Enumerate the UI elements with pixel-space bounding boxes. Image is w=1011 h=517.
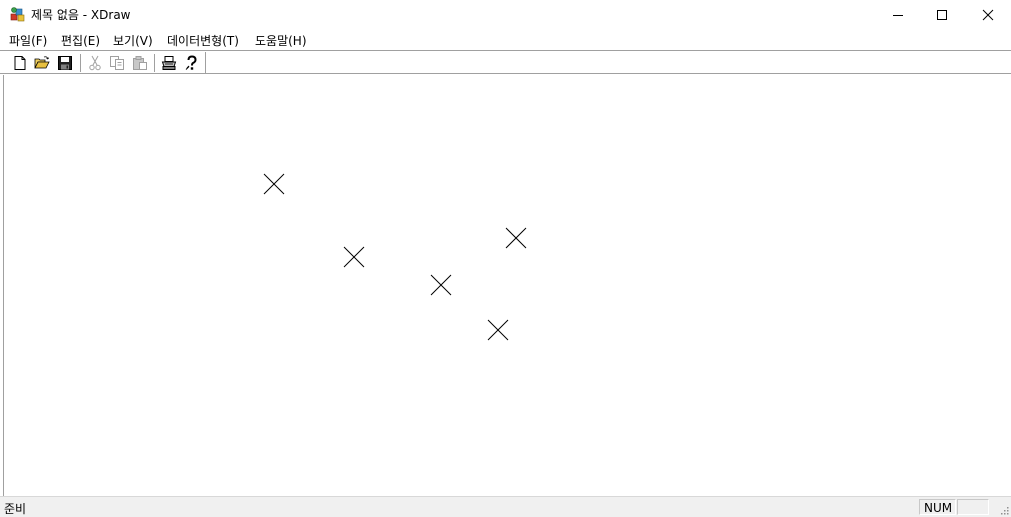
drawing-canvas[interactable] (3, 75, 1011, 496)
close-button[interactable] (965, 0, 1011, 29)
status-bar: 준비 NUM (0, 496, 1011, 517)
x-marker-icon (487, 319, 509, 341)
toolbar-group (4, 52, 206, 73)
new-document-icon[interactable] (12, 55, 28, 71)
maximize-icon (937, 9, 947, 20)
menu-view[interactable]: 보기(V) (113, 32, 153, 49)
resize-grip-icon[interactable] (999, 505, 1009, 515)
title-bar[interactable]: 제목 없음 - XDraw (0, 0, 1011, 29)
menu-data-transform[interactable]: 데이터변형(T) (167, 32, 239, 49)
toolbar-separator (154, 54, 155, 72)
save-disk-icon[interactable] (57, 55, 73, 71)
toolbar (0, 50, 1011, 74)
status-pane-empty (957, 499, 989, 515)
open-folder-icon[interactable] (34, 55, 50, 71)
paste-icon[interactable] (132, 55, 148, 71)
xdraw-window: 제목 없음 - XDraw 파일(F) 편집(E) 보기(V) 데이터변형(T)… (0, 0, 1011, 517)
toolbar-separator (80, 54, 81, 72)
x-marker-icon (263, 173, 285, 195)
cut-icon[interactable] (87, 55, 103, 71)
xdraw-app-icon (10, 7, 25, 22)
menu-bar: 파일(F) 편집(E) 보기(V) 데이터변형(T) 도움말(H) (0, 29, 1011, 49)
x-marker-icon (430, 274, 452, 296)
minimize-button[interactable] (875, 0, 921, 29)
minimize-icon (893, 14, 903, 16)
maximize-button[interactable] (919, 0, 965, 29)
status-message: 준비 (4, 502, 27, 516)
x-marker-icon (343, 246, 365, 268)
print-icon[interactable] (161, 55, 177, 71)
copy-icon[interactable] (109, 55, 125, 71)
help-icon[interactable] (184, 55, 200, 71)
menu-file[interactable]: 파일(F) (9, 32, 47, 49)
window-title: 제목 없음 - XDraw (31, 8, 131, 22)
menu-edit[interactable]: 편집(E) (61, 32, 100, 49)
menu-help[interactable]: 도움말(H) (255, 32, 307, 49)
num-lock-indicator: NUM (924, 501, 953, 515)
x-marker-icon (505, 227, 527, 249)
close-icon (982, 9, 994, 20)
